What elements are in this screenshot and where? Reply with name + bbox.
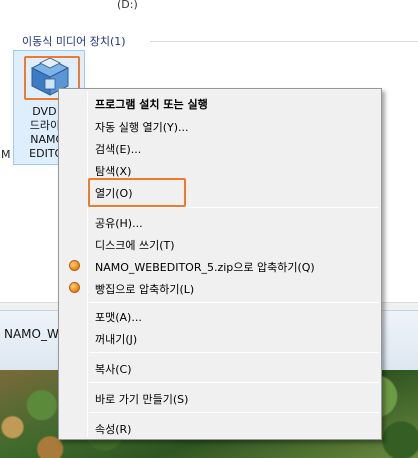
context-menu: 프로그램 설치 또는 실행 자동 실행 열기(Y)... 검색(E)... 탐색… [58,88,382,440]
menu-separator [89,412,379,413]
menu-item-label: 바로 가기 만들기(S) [95,393,189,406]
menu-separator [89,302,379,303]
truncated-column-text: M [1,148,11,161]
menu-item-burn-disc[interactable]: 디스크에 쓰기(T) [61,233,379,255]
menu-item-format[interactable]: 포맷(A)... [61,305,379,327]
menu-item-label: 속성(R) [95,423,132,436]
menu-item-eject[interactable]: 꺼내기(J) [61,327,379,349]
menu-item-autoplay[interactable]: 자동 실행 열기(Y)... [61,115,379,137]
menu-item-install-run[interactable]: 프로그램 설치 또는 실행 [61,92,379,114]
menu-separator [89,352,379,353]
menu-item-properties[interactable]: 속성(R) [61,417,379,439]
menu-item-label: 검색(E)... [95,143,142,156]
menu-item-copy[interactable]: 복사(C) [61,357,379,379]
drive-d-label[interactable]: (D:) [117,0,138,11]
menu-item-create-shortcut[interactable]: 바로 가기 만들기(S) [61,387,379,409]
menu-item-label: 프로그램 설치 또는 실행 [95,98,208,111]
menu-item-search[interactable]: 검색(E)... [61,137,379,159]
details-item-name: NAMO_W [4,327,59,341]
menu-item-zip-compress[interactable]: NAMO_WEBEDITOR_5.zip으로 압축하기(Q) [61,255,379,277]
menu-item-label: 꺼내기(J) [95,333,138,346]
menu-item-label: 자동 실행 열기(Y)... [95,121,189,134]
group-header[interactable]: 이동식 미디어 장치(1) [22,33,126,49]
group-divider [150,41,418,42]
menu-item-bbangzip-compress[interactable]: 빵집으로 압축하기(L) [61,277,379,299]
menu-item-label: 포맷(A)... [95,311,142,324]
bandizip-icon [69,282,80,293]
menu-separator [89,207,379,208]
menu-item-label: 빵집으로 압축하기(L) [95,283,195,296]
open-item-highlight [88,178,186,207]
menu-item-label: 공유(H)... [95,217,143,230]
menu-item-share[interactable]: 공유(H)... [61,211,379,233]
bandizip-icon [69,260,80,271]
menu-item-label: NAMO_WEBEDITOR_5.zip으로 압축하기(Q) [95,261,315,274]
menu-item-label: 디스크에 쓰기(T) [95,239,175,252]
menu-item-label: 탐색(X) [95,165,132,178]
menu-item-label: 복사(C) [95,363,132,376]
menu-separator [89,382,379,383]
